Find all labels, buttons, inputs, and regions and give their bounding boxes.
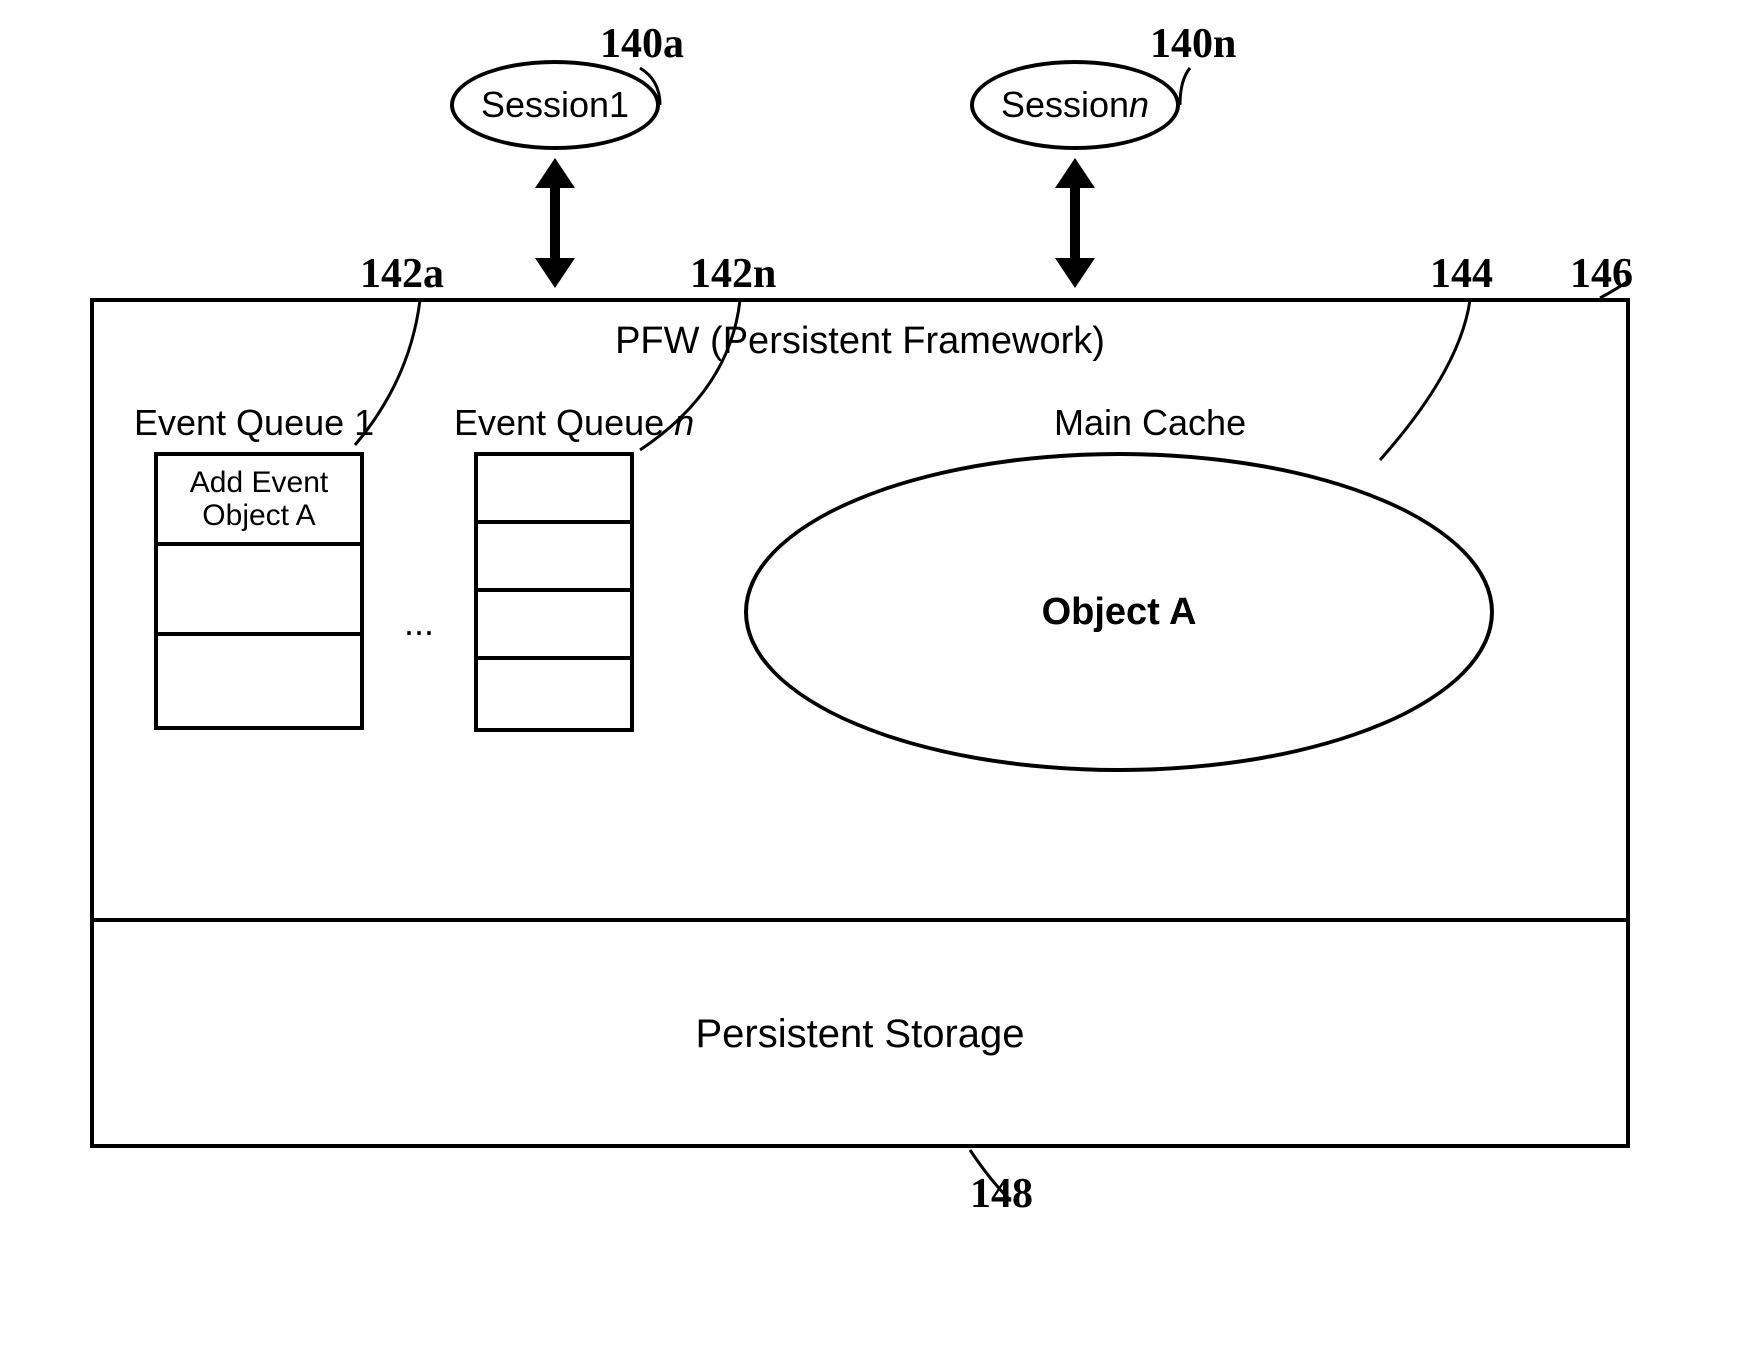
event-queue-1-cell-1-line1: Add Event [190, 466, 328, 499]
event-queue-1-label: Event Queue 1 [134, 402, 374, 444]
persistent-storage-label: Persistent Storage [94, 1012, 1626, 1057]
event-queue-1: Add Event Object A [154, 452, 364, 730]
session-1: Session 1 [450, 60, 660, 150]
event-queue-1-cell-3 [158, 636, 360, 726]
main-cache-label: Main Cache [1054, 402, 1246, 444]
session-1-label-num: 1 [609, 84, 629, 126]
arrow-session-1 [535, 158, 575, 288]
event-queue-1-cell-2 [158, 546, 360, 636]
ref-140n: 140n [1150, 20, 1236, 68]
event-queue-1-label-prefix: Event Queue [134, 402, 354, 443]
event-queue-n-label-prefix: Event Queue [454, 402, 674, 443]
event-queue-1-label-num: 1 [354, 402, 374, 443]
queues-ellipsis: ... [404, 602, 434, 644]
diagram-stage: 140a 140n Session 1 Session n 142a 142n … [0, 0, 1739, 1352]
pfw-region: PFW (Persistent Framework) Event Queue 1… [94, 302, 1626, 922]
session-1-label-prefix: Session [481, 84, 609, 126]
ref-142a: 142a [360, 250, 444, 298]
event-queue-n-cell-2 [478, 524, 630, 592]
ref-146: 146 [1570, 250, 1633, 298]
event-queue-n-cell-1 [478, 456, 630, 524]
ref-148: 148 [970, 1170, 1033, 1218]
event-queue-1-cell-1-line2: Object A [190, 499, 328, 532]
event-queue-1-cell-1: Add Event Object A [158, 456, 360, 546]
ref-140a: 140a [600, 20, 684, 68]
event-queue-n-label: Event Queue n [454, 402, 694, 444]
session-n-label-num: n [1129, 84, 1149, 126]
session-n: Session n [970, 60, 1180, 150]
arrow-session-n [1055, 158, 1095, 288]
main-cache: Object A [744, 452, 1494, 772]
main-cache-object: Object A [1042, 591, 1197, 634]
event-queue-n-cell-4 [478, 660, 630, 728]
ref-144: 144 [1430, 250, 1493, 298]
pfw-title: PFW (Persistent Framework) [94, 320, 1626, 363]
event-queue-n-cell-3 [478, 592, 630, 660]
event-queue-n [474, 452, 634, 732]
session-n-label-prefix: Session [1001, 84, 1129, 126]
event-queue-n-label-num: n [674, 402, 694, 443]
framework-container: PFW (Persistent Framework) Event Queue 1… [90, 298, 1630, 1148]
ref-142n: 142n [690, 250, 776, 298]
